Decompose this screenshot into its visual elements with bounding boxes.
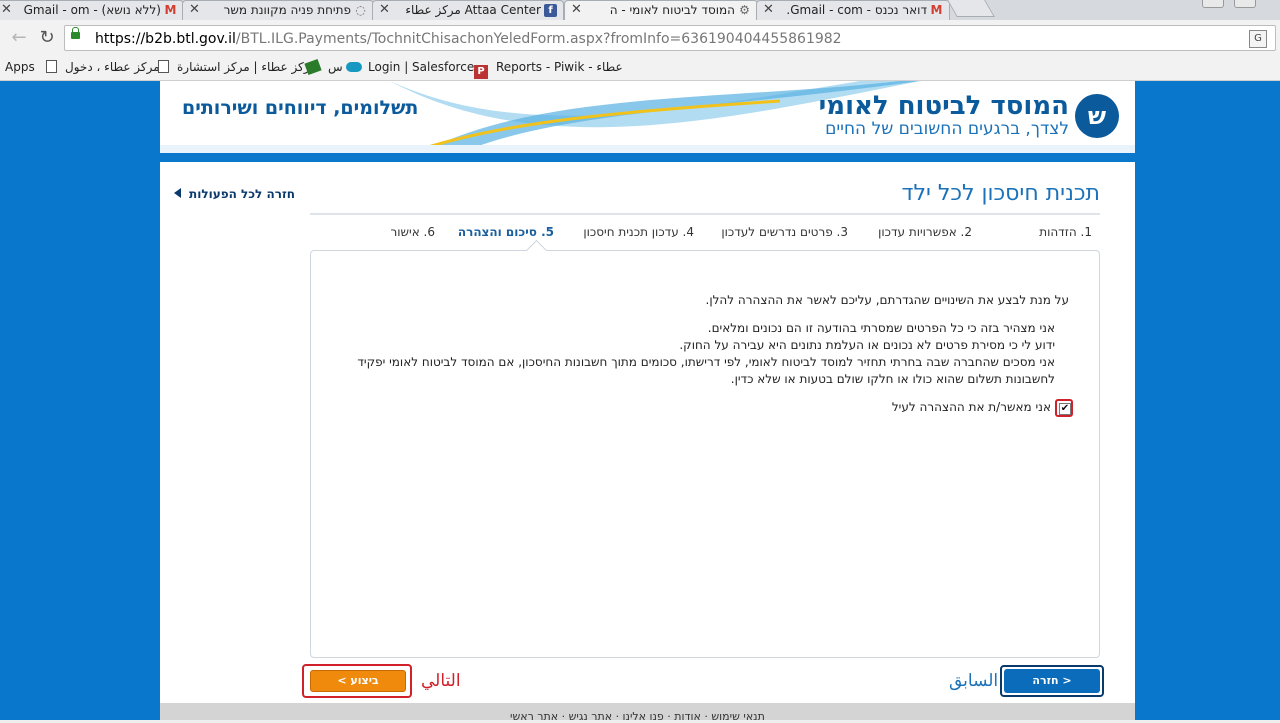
declaration-intro: על מנת לבצע את השינויים שהגדרתם, עליכם ל… [705,293,1070,307]
declaration-panel: על מנת לבצע את השינויים שהגדרתם, עליכם ל… [310,250,1100,658]
step-4-update-savings-plan: 4. עדכון תכנית חיסכון [583,225,694,239]
agree-declaration-label[interactable]: אני מאשר/ת את ההצהרה לעיל [892,400,1051,414]
money-icon [304,58,322,76]
browser-toolbar: ← ↻ https://b2b.btl.gov.il/BTL.ILG.Payme… [0,20,1280,56]
bookmark-s[interactable]: س [304,58,343,76]
address-bar[interactable]: https://b2b.btl.gov.il/BTL.ILG.Payments/… [64,25,1276,51]
step-2-update-options: 2. אפשרויות עדכון [878,225,972,239]
browser-tab-4-active[interactable]: ✕ המוסד לביטוח לאומי - ה ⚙ [564,0,758,20]
back-arrow-icon[interactable]: ← [8,27,30,49]
url-host: https://b2b.btl.gov.il [95,31,236,47]
url-text: https://b2b.btl.gov.il/BTL.ILG.Payments/… [95,31,842,47]
bookmark-salesforce[interactable]: Login | Salesforce [346,60,474,74]
bookmark-label: Reports - Piwik - عطاء [496,60,623,74]
execute-button[interactable]: ביצוע > [310,670,406,692]
main-content: תכנית חיסכון לכל ילד חזרה לכל הפעולות 1.… [160,162,1135,720]
org-name: המוסד לביטוח לאומי [818,91,1069,121]
close-tab-icon[interactable]: ✕ [379,1,390,19]
step-6-confirmation: 6. אישור [390,225,435,239]
tab-title: פתיחת פניה מקוונת משר [223,3,351,17]
close-tab-icon[interactable]: ✕ [571,1,582,19]
tab-title: המוסד לביטוח לאומי - ה [609,3,735,17]
checkmark-icon: ✔ [1059,402,1071,415]
gear-icon: ⚙ [739,3,750,17]
next-button-highlight: ביצוע > [302,664,412,698]
site-footer: תנאי שימוש · אודות · פנו אלינו · אתר נגי… [160,703,1135,723]
next-annotation: التالي [421,671,461,691]
salesforce-cloud-icon [346,62,362,72]
browser-tab-5[interactable]: ✕ דואר נכנס - Gmail - com. M [756,0,950,20]
close-tab-icon[interactable]: ✕ [1,1,12,19]
tab-title: (ללא נושא) - Gmail - om [23,3,161,17]
gmail-icon: M [164,3,177,17]
reload-icon[interactable]: ↻ [36,27,58,49]
footer-links[interactable]: תנאי שימוש · אודות · פנו אלינו · אתר נגי… [510,711,765,723]
browser-tab-strip: ✕ (ללא נושא) - Gmail - om M ✕ פתיחת פניה… [0,0,1280,20]
arrow-left-icon [174,188,181,198]
title-divider [310,213,1100,215]
org-slogan: לצדך, ברגעים החשובים של החיים [825,119,1069,139]
browser-tab-2[interactable]: ✕ פתיחת פניה מקוונת משר ◌ [182,0,374,20]
section-title: תשלומים, דיווחים ושירותים [182,97,419,119]
agree-declaration-checkbox[interactable]: ✔ [1055,398,1073,417]
lock-icon [71,27,80,39]
agree-declaration-row: ✔ אני מאשר/ת את ההצהרה לעיל [892,398,1073,417]
maximize-window-button[interactable] [1234,0,1256,8]
minimize-window-button[interactable] [1202,0,1224,8]
bookmarks-bar: Apps مركز عطاء ، دخول مركز عطاء | مركز ا… [0,56,1280,81]
back-to-all-actions-link[interactable]: חזרה לכל הפעולות [174,187,295,201]
site-header-banner: תשלומים, דיווחים ושירותים המוסד לביטוח ל… [160,81,1135,153]
bookmark-attaa-login[interactable]: مركز عطاء ، دخول [46,60,160,74]
back-link-label: חזרה לכל הפעולות [189,187,296,201]
declaration-line: ידוע לי כי מסירת פרטים לא נכונים או העלמ… [679,338,1055,352]
back-button[interactable]: < חזרה [1004,669,1100,693]
page-icon [158,60,169,73]
declaration-text: אני מצהיר בזה כי כל הפרטים שמסרתי בהודעה… [357,320,1055,388]
tab-title: דואר נכנס - Gmail - com. [786,3,927,17]
declaration-line: אני מסכים שהחברה שבה בחרתי תחזיר למוסד ל… [357,355,1055,369]
step-3-required-details: 3. פרטים נדרשים לעדכון [721,225,848,239]
bookmark-label: س [328,60,343,74]
declaration-line: לחשבונות תשלום שהוא כולו או חלקו שולם בט… [730,372,1055,386]
tab-title: Attaa Center مركز عطاء [405,3,541,17]
bookmark-piwik[interactable]: P Reports - Piwik - عطاء [474,60,623,79]
browser-tab-3[interactable]: ✕ Attaa Center مركز عطاء f [372,0,564,20]
bookmark-label: Login | Salesforce [368,60,475,74]
close-tab-icon[interactable]: ✕ [763,1,774,19]
prev-button-highlight: < חזרה [1000,665,1104,697]
page-icon [46,60,57,73]
page-background: תשלומים, דיווחים ושירותים המוסד לביטוח ל… [0,81,1280,723]
browser-tab-1[interactable]: ✕ (ללא נושא) - Gmail - om M [0,0,184,20]
translate-icon[interactable]: G [1249,30,1267,48]
bookmark-label: مركز عطاء ، دخول [65,60,160,74]
step-5-summary-declaration: 5. סיכום והצהרה [457,225,554,239]
bookmark-label: مركز عطاء | مركز استشارة [177,60,317,74]
declaration-line: אני מצהיר בזה כי כל הפרטים שמסרתי בהודעה… [707,321,1055,335]
form-title: תכנית חיסכון לכל ילד [901,181,1100,206]
bookmark-attaa-consult[interactable]: مركز عطاء | مركز استشارة [158,60,317,74]
gmail-icon: M [930,3,943,17]
url-path: /BTL.ILG.Payments/TochnitChisachonYeledF… [235,31,842,47]
piwik-icon: P [474,65,488,79]
facebook-icon: f [544,4,557,17]
close-tab-icon[interactable]: ✕ [189,1,200,19]
page-icon: ◌ [355,3,366,17]
btl-logo-icon[interactable]: ש [1075,94,1119,138]
prev-annotation: السابق [949,671,999,691]
bookmark-apps[interactable]: Apps [5,60,35,74]
wizard-steps: 1. הזדהות 2. אפשרויות עדכון 3. פרטים נדר… [320,224,1100,244]
step-1-identification: 1. הזדהות [1039,225,1092,239]
new-tab-button[interactable] [947,0,995,17]
